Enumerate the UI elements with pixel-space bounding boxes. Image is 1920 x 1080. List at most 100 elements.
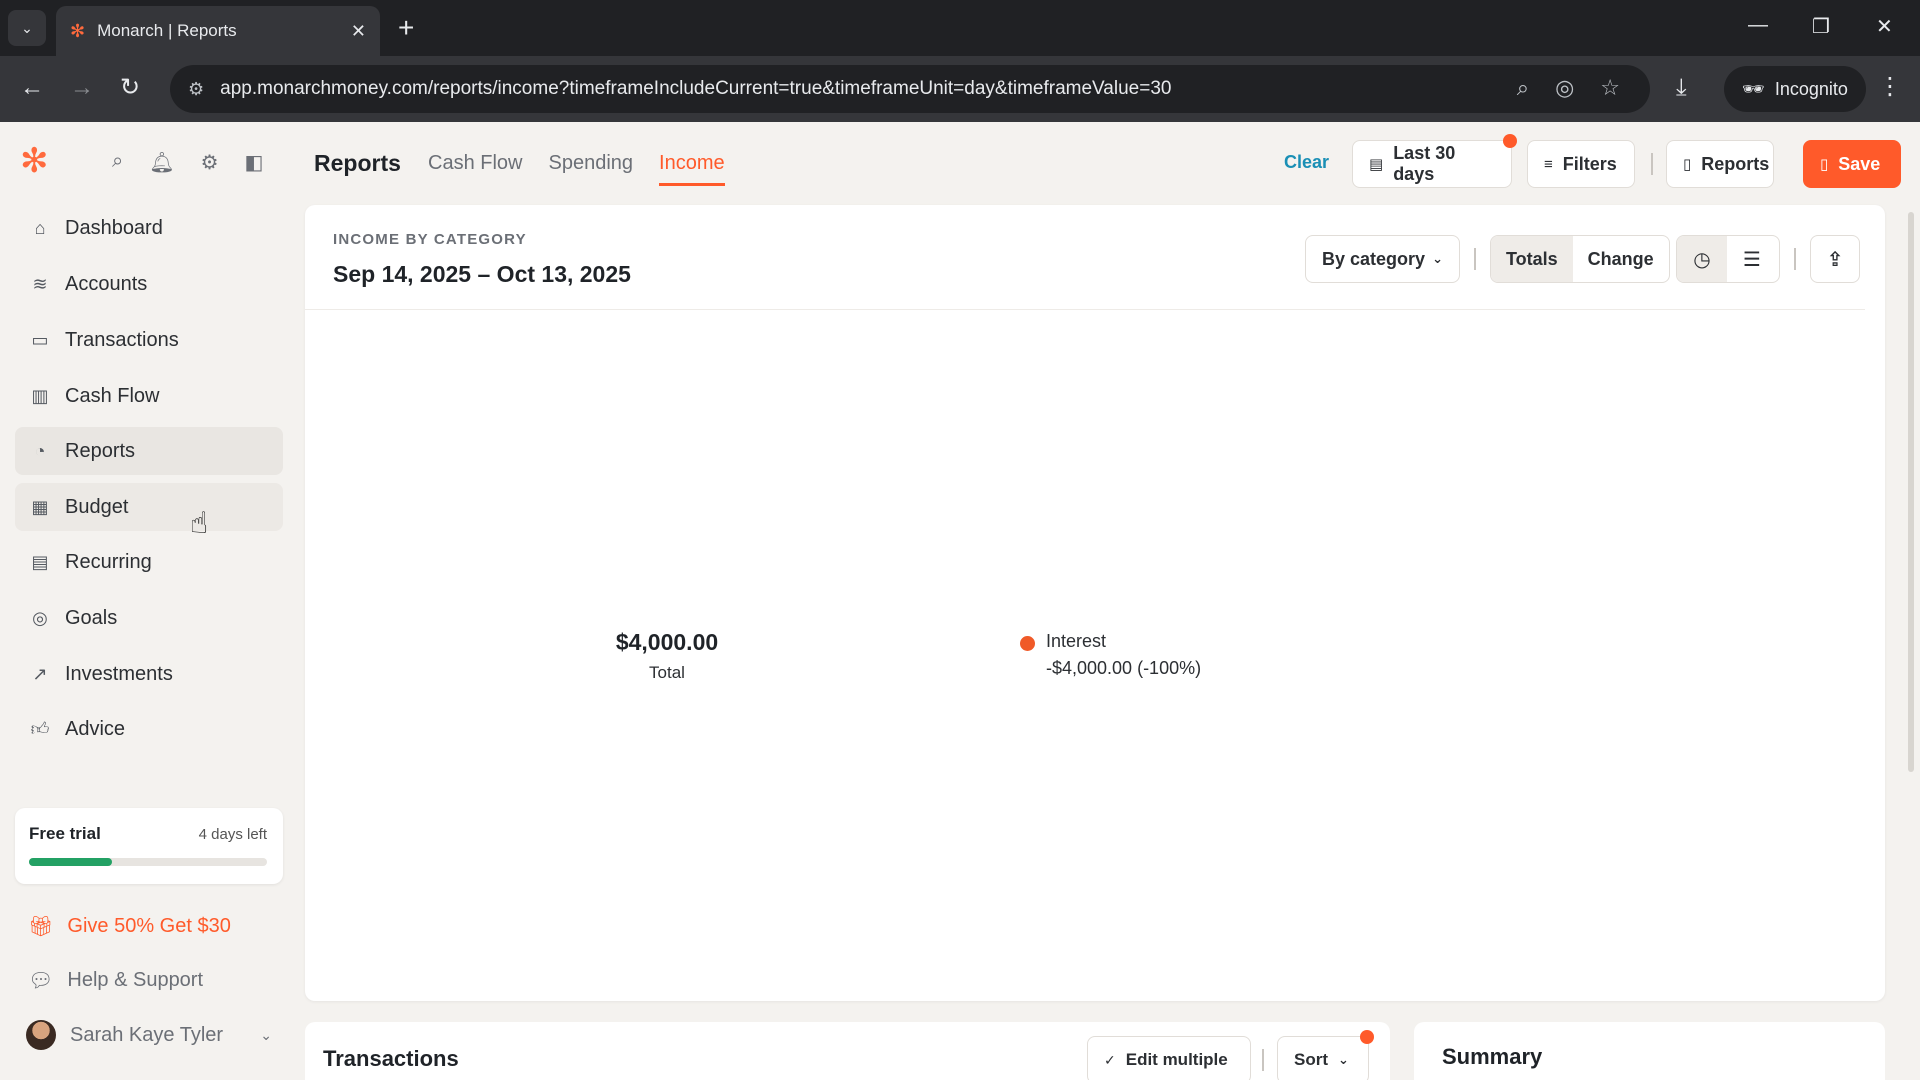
group-by-select[interactable]: By category ⌄ bbox=[1305, 235, 1460, 283]
filter-icon: ≡ bbox=[1544, 155, 1553, 173]
sidebar-item-transactions[interactable]: ▭ Transactions bbox=[15, 316, 283, 364]
page-header: Reports Cash Flow Spending Income Clear … bbox=[300, 122, 1920, 202]
change-toggle[interactable]: Change bbox=[1573, 236, 1669, 282]
export-button[interactable]: ⇪ bbox=[1810, 235, 1860, 283]
chart-type-toggle: ◷ ☰ bbox=[1676, 235, 1780, 283]
back-icon[interactable]: ← bbox=[20, 72, 44, 104]
home-icon: ⌂ bbox=[34, 217, 46, 238]
sidebar: ✻ ⌕ 🔔︎ ⚙ ◧ ⌂ Dashboard ≋ Accounts ▭ Tran… bbox=[0, 122, 300, 1080]
sidebar-item-label: Cash Flow bbox=[65, 384, 160, 407]
help-support-link[interactable]: 💬︎ Help & Support bbox=[28, 968, 203, 993]
chat-icon: 💬︎ bbox=[28, 970, 54, 992]
avatar bbox=[26, 1020, 56, 1050]
new-tab-button[interactable]: + bbox=[398, 12, 414, 44]
address-bar-row: ← → ↻ ⚙ app.monarchmoney.com/reports/inc… bbox=[0, 56, 1920, 122]
save-button[interactable]: ▯ Save bbox=[1803, 140, 1901, 188]
notification-dot bbox=[1360, 1030, 1374, 1044]
free-trial-card[interactable]: Free trial 4 days left bbox=[15, 808, 283, 884]
filters-button[interactable]: ≡ Filters bbox=[1527, 140, 1635, 188]
browser-menu-icon[interactable]: ⋮ bbox=[1878, 72, 1902, 101]
referral-label: Give 50% Get $30 bbox=[67, 915, 231, 937]
page-title: Reports bbox=[314, 150, 401, 176]
restore-icon[interactable]: ❐ bbox=[1812, 14, 1830, 39]
total-value: $4,000.00 bbox=[615, 629, 719, 655]
bell-icon[interactable]: 🔔︎ bbox=[149, 150, 174, 175]
bar-chart-icon[interactable]: ☰ bbox=[1727, 236, 1777, 282]
sidebar-item-label: Reports bbox=[65, 439, 136, 462]
date-range-label: Last 30 days bbox=[1393, 143, 1456, 184]
tab-search-button[interactable]: ⌄ bbox=[8, 10, 46, 46]
sidebar-item-advice[interactable]: 👍︎ Advice bbox=[15, 705, 283, 753]
close-tab-icon[interactable]: ✕ bbox=[351, 21, 366, 42]
url-field[interactable]: ⚙ app.monarchmoney.com/reports/income?ti… bbox=[170, 65, 1650, 113]
chevron-down-icon: ⌄ bbox=[1338, 1052, 1349, 1067]
sidebar-item-recurring[interactable]: ▤ Recurring bbox=[15, 538, 283, 586]
sidebar-item-dashboard[interactable]: ⌂ Dashboard bbox=[15, 204, 283, 252]
browser-tab[interactable]: ✻ Monarch | Reports ✕ bbox=[56, 6, 380, 56]
trial-label: Free trial bbox=[29, 824, 101, 843]
pie-chart-icon[interactable]: ◷ bbox=[1677, 236, 1727, 282]
sidebar-item-investments[interactable]: ↗ Investments bbox=[15, 650, 283, 698]
monarch-logo[interactable]: ✻ bbox=[20, 142, 58, 180]
trial-days-left: 4 days left bbox=[198, 826, 267, 843]
reports-label: Reports bbox=[1701, 153, 1770, 174]
totals-toggle[interactable]: Totals bbox=[1491, 236, 1573, 282]
date-range-button[interactable]: ▤ Last 30 days bbox=[1352, 140, 1512, 188]
sidebar-item-accounts[interactable]: ≋ Accounts bbox=[15, 260, 283, 308]
legend-category-value: -$4,000.00 (-100%) bbox=[1046, 658, 1202, 678]
sidebar-item-label: Investments bbox=[65, 662, 173, 685]
tab-income[interactable]: Income bbox=[659, 152, 725, 186]
card-icon: ▭ bbox=[31, 329, 49, 350]
tab-spending[interactable]: Spending bbox=[548, 152, 633, 186]
scrollbar[interactable] bbox=[1908, 212, 1914, 772]
minimize-icon[interactable]: — bbox=[1748, 14, 1768, 37]
monarch-favicon: ✻ bbox=[70, 20, 86, 41]
close-window-icon[interactable]: ✕ bbox=[1876, 14, 1893, 39]
divider bbox=[1262, 1049, 1264, 1071]
share-icon: ⇪ bbox=[1826, 248, 1844, 271]
site-settings-icon[interactable]: ⚙ bbox=[188, 79, 204, 100]
filters-label: Filters bbox=[1562, 153, 1617, 174]
bar-chart-icon: ▥ bbox=[31, 385, 49, 406]
saved-reports-button[interactable]: ▯ Reports bbox=[1666, 140, 1774, 188]
reload-icon[interactable]: ↻ bbox=[120, 72, 140, 104]
edit-multiple-label: Edit multiple bbox=[1125, 1050, 1228, 1069]
sidebar-item-goals[interactable]: ◎ Goals bbox=[15, 594, 283, 642]
gear-icon[interactable]: ⚙ bbox=[201, 150, 219, 175]
trend-icon: ↗ bbox=[32, 663, 48, 684]
sort-label: Sort bbox=[1294, 1050, 1328, 1069]
user-menu[interactable]: Sarah Kaye Tyler ⌄ bbox=[26, 1020, 272, 1050]
eye-off-icon[interactable]: ◎ bbox=[1555, 75, 1574, 101]
trial-progress-bar bbox=[29, 858, 267, 866]
bookmark-icon: ▯ bbox=[1820, 156, 1829, 173]
sidebar-item-cash-flow[interactable]: ▥ Cash Flow bbox=[15, 372, 283, 420]
divider bbox=[1474, 248, 1476, 270]
tab-cash-flow[interactable]: Cash Flow bbox=[428, 152, 522, 186]
edit-multiple-button[interactable]: ✓ Edit multiple bbox=[1087, 1036, 1251, 1080]
summary-title: Summary bbox=[1442, 1044, 1543, 1069]
search-icon[interactable]: ⌕ bbox=[112, 150, 123, 175]
sidebar-toggle-icon[interactable]: ◧ bbox=[245, 150, 264, 175]
sort-button[interactable]: Sort ⌄ bbox=[1277, 1036, 1369, 1080]
legend-color-dot bbox=[1020, 636, 1035, 651]
sidebar-item-label: Advice bbox=[65, 717, 126, 740]
target-icon: ◎ bbox=[32, 607, 48, 628]
legend-category-name[interactable]: Interest bbox=[1046, 631, 1106, 652]
group-by-label: By category bbox=[1322, 248, 1426, 269]
referral-link[interactable]: 🎁︎ Give 50% Get $30 bbox=[28, 914, 231, 939]
bookmark-star-icon[interactable]: ☆ bbox=[1600, 75, 1620, 101]
incognito-label: Incognito bbox=[1774, 78, 1848, 99]
zoom-icon[interactable]: ⌕ bbox=[1517, 75, 1529, 101]
clear-button[interactable]: Clear bbox=[1284, 152, 1329, 173]
forward-icon[interactable]: → bbox=[70, 72, 94, 104]
transactions-card: Transactions ✓ Edit multiple Sort ⌄ bbox=[305, 1022, 1390, 1080]
pointer-cursor-icon: ☝ bbox=[190, 507, 209, 540]
sidebar-item-reports[interactable]: ◔ Reports bbox=[15, 427, 283, 475]
sidebar-item-label: Goals bbox=[65, 606, 118, 629]
sidebar-item-budget[interactable]: ▦ Budget bbox=[15, 483, 283, 531]
download-icon[interactable]: ⤓ bbox=[1676, 74, 1687, 102]
summary-card: Summary bbox=[1414, 1022, 1885, 1080]
incognito-badge[interactable]: 🕶 Incognito bbox=[1724, 66, 1866, 112]
total-label: Total bbox=[649, 663, 685, 682]
url-text: app.monarchmoney.com/reports/income?time… bbox=[220, 78, 1172, 99]
